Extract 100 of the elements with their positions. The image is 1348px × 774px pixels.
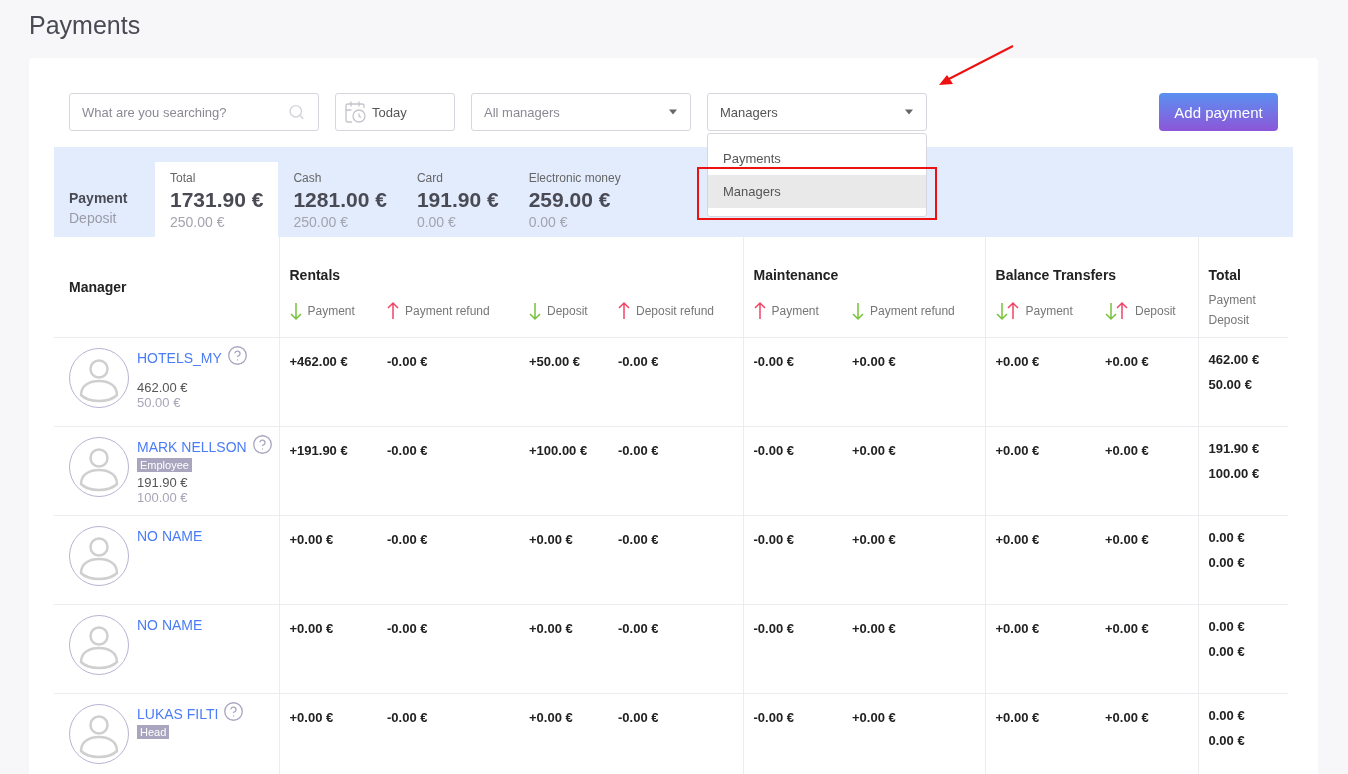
total-value: 0.00 € bbox=[1208, 618, 1245, 634]
table-cell: -0.00 € bbox=[387, 442, 428, 458]
dropdown-option[interactable]: Managers bbox=[708, 175, 926, 208]
column-label: Payment bbox=[1208, 293, 1256, 307]
column-label: Payment bbox=[1025, 304, 1073, 319]
tab-deposit-amount: 250.00 € bbox=[170, 214, 226, 230]
manager-deposit: 50.00 € bbox=[137, 394, 181, 410]
column-label: Payment bbox=[771, 304, 819, 319]
group-heading: Maintenance bbox=[753, 266, 839, 283]
tab-payment-amount: 259.00 € bbox=[528, 187, 612, 213]
manager-name-link[interactable]: LUKAS FILTI bbox=[137, 705, 219, 722]
table-cell: -0.00 € bbox=[753, 531, 794, 547]
manager-select[interactable]: All managers bbox=[471, 93, 691, 131]
manager-name-link[interactable]: HOTELS_MY bbox=[137, 349, 222, 366]
help-icon[interactable] bbox=[226, 344, 248, 366]
summary-row-label: Payment bbox=[69, 189, 129, 208]
table-cell: +0.00 € bbox=[995, 442, 1040, 458]
search-field[interactable]: What are you searching? bbox=[69, 93, 319, 131]
column-label: Deposit bbox=[547, 304, 588, 319]
table-cell: +0.00 € bbox=[1105, 531, 1149, 547]
summary-tab[interactable]: Total 1731.90 € 250.00 € bbox=[155, 162, 279, 237]
table-cell: -0.00 € bbox=[753, 620, 794, 636]
tab-payment-amount: 1731.90 € bbox=[170, 187, 264, 213]
total-value: 0.00 € bbox=[1208, 643, 1245, 659]
table-cell: -0.00 € bbox=[618, 709, 659, 725]
table-cell: -0.00 € bbox=[753, 709, 794, 725]
manager-name-link[interactable]: MARK NELLSON bbox=[137, 438, 247, 455]
manager-deposit: 100.00 € bbox=[137, 489, 188, 505]
help-icon[interactable] bbox=[223, 700, 245, 722]
table-cell: +0.00 € bbox=[852, 353, 896, 369]
total-value: 50.00 € bbox=[1208, 376, 1252, 392]
tab-deposit-amount: 0.00 € bbox=[416, 214, 457, 230]
tab-payment-amount: 1281.00 € bbox=[293, 187, 387, 213]
table-cell: +0.00 € bbox=[995, 531, 1040, 547]
table-cell: +50.00 € bbox=[529, 353, 580, 369]
column-label: Payment bbox=[307, 304, 355, 319]
table-cell: +0.00 € bbox=[289, 709, 334, 725]
column-heading: Total bbox=[1208, 266, 1241, 283]
table-cell: -0.00 € bbox=[753, 353, 794, 369]
table-cell: +0.00 € bbox=[1105, 620, 1149, 636]
table-cell: +0.00 € bbox=[1105, 353, 1149, 369]
search-icon bbox=[288, 103, 305, 121]
table-cell: -0.00 € bbox=[753, 442, 794, 458]
table-cell: -0.00 € bbox=[387, 353, 428, 369]
table-cell: +100.00 € bbox=[529, 442, 588, 458]
table-cell: -0.00 € bbox=[618, 620, 659, 636]
total-value: 462.00 € bbox=[1208, 351, 1260, 367]
table-cell: -0.00 € bbox=[387, 709, 428, 725]
table-cell: +191.90 € bbox=[289, 442, 348, 458]
avatar bbox=[69, 614, 129, 675]
table-cell: -0.00 € bbox=[618, 353, 659, 369]
table-cell: +0.00 € bbox=[529, 709, 573, 725]
group-heading: Balance Transfers bbox=[995, 266, 1117, 283]
add-payment-button[interactable]: Add payment bbox=[1159, 93, 1278, 131]
tab-payment-amount: 191.90 € bbox=[416, 187, 499, 213]
table-cell: -0.00 € bbox=[618, 442, 659, 458]
table-cell: -0.00 € bbox=[618, 531, 659, 547]
role-tag: Employee bbox=[137, 457, 192, 472]
table-cell: +0.00 € bbox=[852, 620, 896, 636]
table-cell: +0.00 € bbox=[1105, 442, 1149, 458]
summary-row-label: Deposit bbox=[69, 209, 118, 228]
manager-name-link[interactable]: NO NAME bbox=[137, 616, 203, 633]
total-value: 0.00 € bbox=[1208, 732, 1245, 748]
calendar-icon bbox=[343, 100, 367, 124]
date-field[interactable]: Today bbox=[335, 93, 455, 131]
manager-name-link[interactable]: NO NAME bbox=[137, 527, 203, 544]
table-cell: +0.00 € bbox=[995, 709, 1040, 725]
tab-label: Card bbox=[416, 171, 444, 186]
avatar bbox=[69, 525, 129, 586]
view-select[interactable]: Managers bbox=[707, 93, 927, 131]
tab-label: Total bbox=[170, 171, 197, 186]
total-value: 0.00 € bbox=[1208, 529, 1245, 545]
table-cell: +0.00 € bbox=[289, 620, 334, 636]
total-value: 191.90 € bbox=[1208, 440, 1260, 456]
help-icon[interactable] bbox=[251, 433, 273, 455]
manager-payment: 191.90 € bbox=[137, 474, 188, 490]
summary-tab[interactable]: Electronic money 259.00 € 0.00 € bbox=[513, 162, 636, 237]
tab-deposit-amount: 0.00 € bbox=[528, 214, 569, 230]
table-cell: +0.00 € bbox=[529, 531, 573, 547]
table-cell: -0.00 € bbox=[387, 620, 428, 636]
summary-tab[interactable]: Cash 1281.00 € 250.00 € bbox=[278, 162, 402, 237]
table-cell: +462.00 € bbox=[289, 353, 348, 369]
group-heading: Rentals bbox=[289, 266, 341, 283]
total-value: 0.00 € bbox=[1208, 707, 1245, 723]
column-heading: Manager bbox=[69, 278, 127, 295]
table-cell: +0.00 € bbox=[529, 620, 573, 636]
page-title: Payments bbox=[29, 12, 142, 38]
table-cell: +0.00 € bbox=[995, 620, 1040, 636]
column-label: Deposit bbox=[1208, 313, 1250, 327]
table-cell: -0.00 € bbox=[387, 531, 428, 547]
avatar bbox=[69, 436, 129, 497]
table-cell: +0.00 € bbox=[289, 531, 334, 547]
total-value: 0.00 € bbox=[1208, 554, 1245, 570]
caret-icon bbox=[669, 109, 677, 115]
role-tag: Head bbox=[137, 724, 170, 739]
avatar bbox=[69, 347, 129, 408]
summary-tab[interactable]: Card 191.90 € 0.00 € bbox=[401, 162, 514, 237]
tab-deposit-amount: 250.00 € bbox=[293, 214, 349, 230]
table-cell: +0.00 € bbox=[1105, 709, 1149, 725]
column-label: Payment refund bbox=[870, 304, 955, 319]
